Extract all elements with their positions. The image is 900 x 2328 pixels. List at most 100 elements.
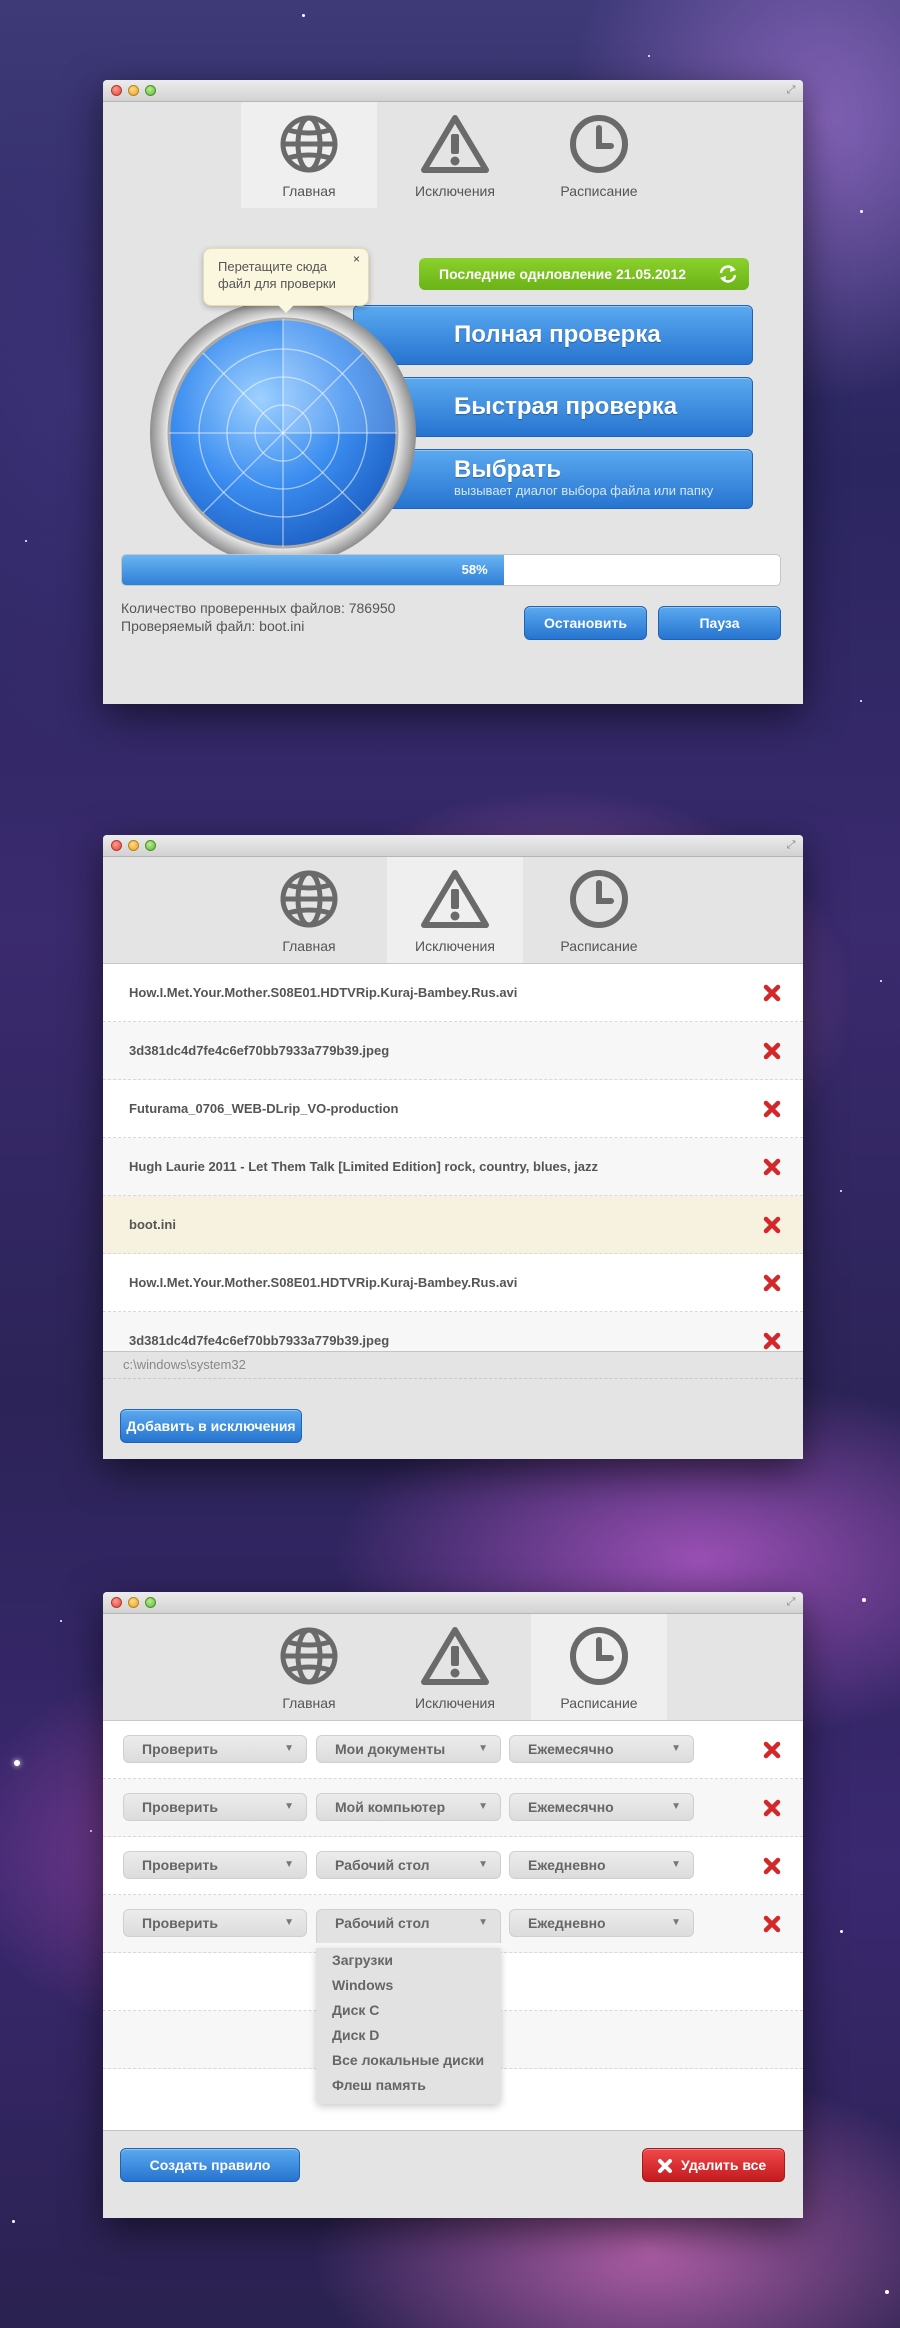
rule-row: Проверить ▼ Мой компьютер ▼ Ежемесячно ▼: [103, 1779, 803, 1837]
tab-label: Расписание: [560, 938, 638, 954]
chevron-down-icon: ▼: [284, 1801, 294, 1812]
dropdown-option[interactable]: Диск D: [316, 2023, 501, 2048]
select-value: Проверить: [142, 1741, 218, 1757]
list-item[interactable]: Hugh Laurie 2011 - Let Them Talk [Limite…: [103, 1138, 803, 1196]
tab-main[interactable]: Главная: [241, 1614, 377, 1720]
remove-icon[interactable]: [763, 1741, 781, 1759]
remove-icon[interactable]: [763, 1915, 781, 1933]
chevron-down-icon: ▼: [671, 1743, 681, 1754]
period-select[interactable]: Ежедневно ▼: [509, 1851, 694, 1879]
select-value: Ежедневно: [528, 1915, 606, 1931]
list-item[interactable]: How.I.Met.Your.Mother.S08E01.HDTVRip.Kur…: [103, 964, 803, 1022]
maximize-window-button[interactable]: [145, 840, 156, 851]
warning-icon: [421, 870, 489, 928]
drop-tooltip: × Перетащите сюда файл для проверки: [203, 248, 369, 313]
add-exclusion-button[interactable]: Добавить в исключения: [120, 1409, 302, 1443]
remove-icon[interactable]: [763, 1332, 781, 1350]
titlebar: ⤢: [103, 80, 803, 102]
close-window-button[interactable]: [111, 1597, 122, 1608]
tab-main[interactable]: Главная: [241, 857, 377, 963]
remove-icon[interactable]: [763, 1042, 781, 1060]
list-item[interactable]: 3d381dc4d7fe4c6ef70bb7933a779b39.jpeg: [103, 1312, 803, 1351]
minimize-window-button[interactable]: [128, 85, 139, 96]
tooltip-line-1: Перетащите сюда: [218, 259, 328, 274]
period-select[interactable]: Ежедневно ▼: [509, 1909, 694, 1937]
last-update-text: Последние однловление 21.05.2012: [439, 266, 687, 282]
progress-percent: 58%: [461, 562, 488, 577]
target-select[interactable]: Мой компьютер ▼: [316, 1793, 501, 1821]
rule-row: Проверить ▼ Рабочий стол ▼ Ежедневно ▼: [103, 1895, 803, 1953]
window-exclusions: ⤢ Главная Исключения Расписание How.I.Me…: [103, 835, 803, 1459]
delete-all-label: Удалить все: [681, 2157, 767, 2173]
tab-exclusions[interactable]: Исключения: [387, 1614, 523, 1720]
dropdown-option[interactable]: Диск C: [316, 1998, 501, 2023]
radar-icon[interactable]: [148, 298, 418, 568]
globe-icon: [280, 870, 338, 928]
chevron-down-icon: ▼: [284, 1859, 294, 1870]
close-window-button[interactable]: [111, 85, 122, 96]
list-item[interactable]: 3d381dc4d7fe4c6ef70bb7933a779b39.jpeg: [103, 1022, 803, 1080]
refresh-icon[interactable]: [717, 264, 739, 284]
choose-sublabel: вызывает диалог выбора файла или папку: [454, 483, 714, 498]
tab-label: Исключения: [415, 1695, 495, 1711]
period-select[interactable]: Ежемесячно ▼: [509, 1735, 694, 1763]
exclusion-name: boot.ini: [129, 1217, 176, 1232]
exclusion-name: Futurama_0706_WEB-DLrip_VO-production: [129, 1101, 399, 1116]
action-select[interactable]: Проверить ▼: [123, 1735, 307, 1763]
remove-icon[interactable]: [763, 1100, 781, 1118]
target-select-open[interactable]: Рабочий стол ▼: [316, 1909, 501, 1943]
resize-icon[interactable]: ⤢: [785, 839, 797, 851]
action-select[interactable]: Проверить ▼: [123, 1909, 307, 1937]
tab-schedule[interactable]: Расписание: [531, 857, 667, 963]
action-select[interactable]: Проверить ▼: [123, 1793, 307, 1821]
resize-icon[interactable]: ⤢: [785, 84, 797, 96]
dropdown-option[interactable]: Флеш память: [316, 2073, 501, 2098]
dropdown-option[interactable]: Все локальные диски: [316, 2048, 501, 2073]
remove-icon[interactable]: [763, 1857, 781, 1875]
action-select[interactable]: Проверить ▼: [123, 1851, 307, 1879]
select-value: Ежемесячно: [528, 1741, 614, 1757]
minimize-window-button[interactable]: [128, 840, 139, 851]
list-item[interactable]: How.I.Met.Your.Mother.S08E01.HDTVRip.Kur…: [103, 1254, 803, 1312]
remove-icon[interactable]: [763, 1158, 781, 1176]
tab-exclusions[interactable]: Исключения: [387, 857, 523, 963]
period-select[interactable]: Ежемесячно ▼: [509, 1793, 694, 1821]
warning-icon: [421, 1627, 489, 1685]
tab-label: Расписание: [560, 183, 638, 199]
remove-icon[interactable]: [763, 1216, 781, 1234]
window-main: ⤢ Главная Исключения Расписание Последни…: [103, 80, 803, 704]
pause-button[interactable]: Пауза: [658, 606, 781, 640]
files-checked-count: Количество проверенных файлов: 786950: [121, 600, 396, 616]
resize-icon[interactable]: ⤢: [785, 1596, 797, 1608]
maximize-window-button[interactable]: [145, 1597, 156, 1608]
tab-bar: Главная Исключения Расписание: [103, 102, 803, 208]
list-item-selected[interactable]: boot.ini: [103, 1196, 803, 1254]
exclusion-name: Hugh Laurie 2011 - Let Them Talk [Limite…: [129, 1159, 599, 1174]
list-item[interactable]: Futurama_0706_WEB-DLrip_VO-production: [103, 1080, 803, 1138]
clock-icon: [570, 115, 628, 173]
remove-icon[interactable]: [763, 1799, 781, 1817]
tooltip-line-2: файл для проверки: [218, 276, 336, 291]
select-value: Проверить: [142, 1857, 218, 1873]
tab-exclusions[interactable]: Исключения: [387, 102, 523, 208]
tab-schedule[interactable]: Расписание: [531, 1614, 667, 1720]
exclusion-name: How.I.Met.Your.Mother.S08E01.HDTVRip.Kur…: [129, 985, 518, 1000]
delete-all-button[interactable]: Удалить все: [642, 2148, 785, 2182]
minimize-window-button[interactable]: [128, 1597, 139, 1608]
stop-button[interactable]: Остановить: [524, 606, 647, 640]
dropdown-option[interactable]: Windows: [316, 1973, 501, 1998]
close-icon[interactable]: ×: [353, 251, 360, 268]
target-select[interactable]: Мои документы ▼: [316, 1735, 501, 1763]
close-window-button[interactable]: [111, 840, 122, 851]
maximize-window-button[interactable]: [145, 85, 156, 96]
remove-icon[interactable]: [763, 1274, 781, 1292]
remove-icon[interactable]: [763, 984, 781, 1002]
path-field[interactable]: c:\windows\system32: [103, 1351, 803, 1379]
exclusion-list[interactable]: How.I.Met.Your.Mother.S08E01.HDTVRip.Kur…: [103, 963, 803, 1351]
target-select[interactable]: Рабочий стол ▼: [316, 1851, 501, 1879]
create-rule-button[interactable]: Создать правило: [120, 2148, 300, 2182]
dropdown-option[interactable]: Загрузки: [316, 1948, 501, 1973]
chevron-down-icon: ▼: [478, 1859, 488, 1870]
tab-main[interactable]: Главная: [241, 102, 377, 208]
tab-schedule[interactable]: Расписание: [531, 102, 667, 208]
